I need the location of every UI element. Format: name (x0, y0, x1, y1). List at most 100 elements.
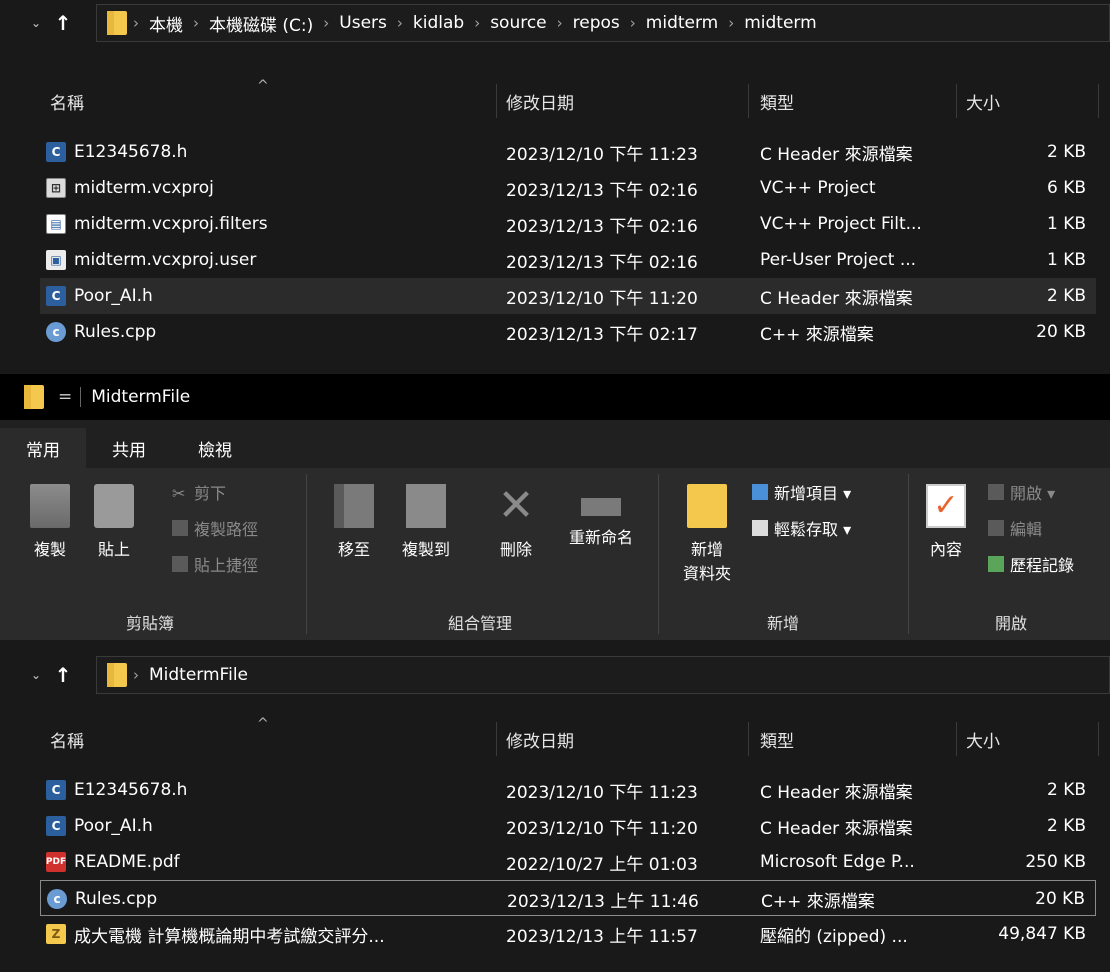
column-divider[interactable] (748, 84, 749, 118)
recent-locations-chevron-icon[interactable]: ⌄ (24, 16, 48, 30)
file-row[interactable]: C E12345678.h 2023/12/10 下午 11:23 C Head… (40, 772, 1096, 808)
new-item-label: 新增項目 ▾ (774, 484, 852, 503)
history-button[interactable]: 歷程記錄 (988, 550, 1074, 578)
new-group: 新增 資料夾 新增項目 ▾ 輕鬆存取 ▾ 新增 (662, 468, 904, 640)
column-divider[interactable] (1098, 722, 1099, 756)
column-header-type-label: 類型 (760, 731, 794, 752)
sort-ascending-icon: ^ (257, 78, 269, 94)
history-label: 歷程記錄 (1010, 556, 1075, 575)
breadcrumb-item[interactable]: MidtermFile (149, 665, 248, 685)
new-folder-label: 資料夾 (682, 564, 731, 583)
file-name: E12345678.h (74, 780, 188, 800)
quick-access-toolbar-dropdown-icon[interactable]: = (58, 387, 72, 407)
file-name: Rules.cpp (74, 322, 157, 342)
c-header-icon: C (46, 780, 66, 800)
edit-button[interactable]: 編輯 (988, 514, 1042, 542)
file-row[interactable]: c Rules.cpp 2023/12/13 上午 11:46 C++ 來源檔案… (40, 880, 1096, 916)
column-divider[interactable] (496, 722, 497, 756)
open-group: ✓ 內容 開啟 ▾ 編輯 歷程記錄 開啟 (912, 468, 1110, 640)
file-row[interactable]: ▤ midterm.vcxproj.filters 2023/12/13 下午 … (40, 206, 1096, 242)
file-row[interactable]: C Poor_AI.h 2023/12/10 下午 11:20 C Header… (40, 808, 1096, 844)
file-type: C Header 來源檔案 (760, 818, 913, 839)
column-header-size[interactable]: 大小 (966, 78, 1000, 124)
cut-button[interactable]: ✂ 剪下 (172, 478, 226, 506)
paste-shortcut-button[interactable]: 貼上捷徑 (172, 550, 258, 578)
breadcrumb-separator: › (556, 14, 563, 32)
breadcrumb-separator: › (396, 14, 403, 32)
easy-access-button[interactable]: 輕鬆存取 ▾ (752, 514, 851, 542)
breadcrumb-item[interactable]: midterm (646, 13, 718, 33)
column-header-name-label: 名稱 (50, 93, 84, 114)
rename-icon (581, 498, 621, 516)
rename-label: 重新命名 (568, 528, 633, 547)
copy-path-button[interactable]: 複製路徑 (172, 514, 258, 542)
breadcrumb-item[interactable]: repos (573, 13, 620, 33)
address-box[interactable]: › MidtermFile (96, 656, 1110, 694)
breadcrumb-item[interactable]: Users (339, 13, 387, 33)
group-divider (306, 474, 307, 634)
breadcrumb-item[interactable]: source (490, 13, 546, 33)
column-header-date[interactable]: 修改日期 (506, 716, 574, 762)
move-to-label: 移至 (337, 540, 370, 559)
open-icon (988, 484, 1004, 500)
c-header-icon: C (46, 816, 66, 836)
divider (80, 387, 82, 407)
rename-button[interactable]: 重新命名 (556, 478, 646, 588)
file-size: 49,847 KB (998, 924, 1086, 944)
copy-to-icon (406, 484, 446, 528)
column-header-date[interactable]: 修改日期 (506, 78, 574, 124)
up-arrow-icon[interactable]: ↑ (48, 663, 78, 687)
copy-button[interactable]: 複製 (20, 478, 80, 588)
column-divider[interactable] (496, 84, 497, 118)
breadcrumb-item[interactable]: kidlab (413, 13, 464, 33)
column-header-date-label: 修改日期 (506, 93, 574, 114)
column-header-name[interactable]: 名稱 (50, 78, 84, 124)
file-row[interactable]: C Poor_AI.h 2023/12/10 下午 11:20 C Header… (40, 278, 1096, 314)
column-header-name[interactable]: 名稱 (50, 716, 84, 762)
file-row[interactable]: PDF README.pdf 2022/10/27 上午 01:03 Micro… (40, 844, 1096, 880)
tab-home[interactable]: 常用 (0, 428, 86, 468)
breadcrumb-item[interactable]: 本機 (149, 11, 183, 36)
file-type: VC++ Project Filt... (760, 214, 922, 234)
file-type: Microsoft Edge P... (760, 852, 915, 872)
address-box[interactable]: › 本機 › 本機磁碟 (C:) › Users › kidlab › sour… (96, 4, 1110, 42)
column-header-type[interactable]: 類型 (760, 78, 794, 124)
file-type: 壓縮的 (zipped) ... (760, 926, 908, 947)
up-arrow-icon[interactable]: ↑ (48, 11, 78, 35)
file-name: E12345678.h (74, 142, 188, 162)
column-divider[interactable] (956, 84, 957, 118)
file-row[interactable]: c Rules.cpp 2023/12/13 下午 02:17 C++ 來源檔案… (40, 314, 1096, 350)
breadcrumb-item[interactable]: midterm (744, 13, 816, 33)
column-divider[interactable] (748, 722, 749, 756)
new-item-button[interactable]: 新增項目 ▾ (752, 478, 851, 506)
breadcrumb-item[interactable]: 本機磁碟 (C:) (209, 11, 313, 36)
file-row[interactable]: C E12345678.h 2023/12/10 下午 11:23 C Head… (40, 134, 1096, 170)
copy-to-label: 複製到 (401, 540, 450, 559)
new-folder-button[interactable]: 新增 資料夾 (672, 478, 742, 588)
file-row[interactable]: ⊞ midterm.vcxproj 2023/12/13 下午 02:16 VC… (40, 170, 1096, 206)
file-row[interactable]: ▣ midterm.vcxproj.user 2023/12/13 下午 02:… (40, 242, 1096, 278)
file-row[interactable]: Z 成大電機 計算機概論期中考試繳交評分... 2023/12/13 上午 11… (40, 916, 1096, 952)
file-type: C Header 來源檔案 (760, 782, 913, 803)
pdf-icon: PDF (46, 852, 66, 872)
open-button[interactable]: 開啟 ▾ (988, 478, 1055, 506)
copy-to-button[interactable]: 複製到 (396, 478, 456, 588)
tab-share[interactable]: 共用 (86, 428, 172, 468)
paste-button[interactable]: 貼上 (84, 478, 144, 588)
breadcrumb-separator: › (728, 14, 735, 32)
column-divider[interactable] (1098, 84, 1099, 118)
delete-button[interactable]: ✕ 刪除 (486, 478, 546, 588)
column-header-type[interactable]: 類型 (760, 716, 794, 762)
file-name: Poor_AI.h (74, 286, 153, 306)
move-to-button[interactable]: 移至 (324, 478, 384, 588)
tab-view[interactable]: 檢視 (172, 428, 258, 468)
file-date: 2022/10/27 上午 01:03 (506, 854, 698, 875)
edit-icon (988, 520, 1004, 536)
properties-checkmark-icon: ✓ (926, 484, 966, 528)
vcxproj-icon: ⊞ (46, 178, 66, 198)
column-divider[interactable] (956, 722, 957, 756)
column-header-size[interactable]: 大小 (966, 716, 1000, 762)
properties-button[interactable]: ✓ 內容 (916, 478, 976, 588)
file-date: 2023/12/13 上午 11:57 (506, 926, 698, 947)
recent-locations-chevron-icon[interactable]: ⌄ (24, 668, 48, 682)
